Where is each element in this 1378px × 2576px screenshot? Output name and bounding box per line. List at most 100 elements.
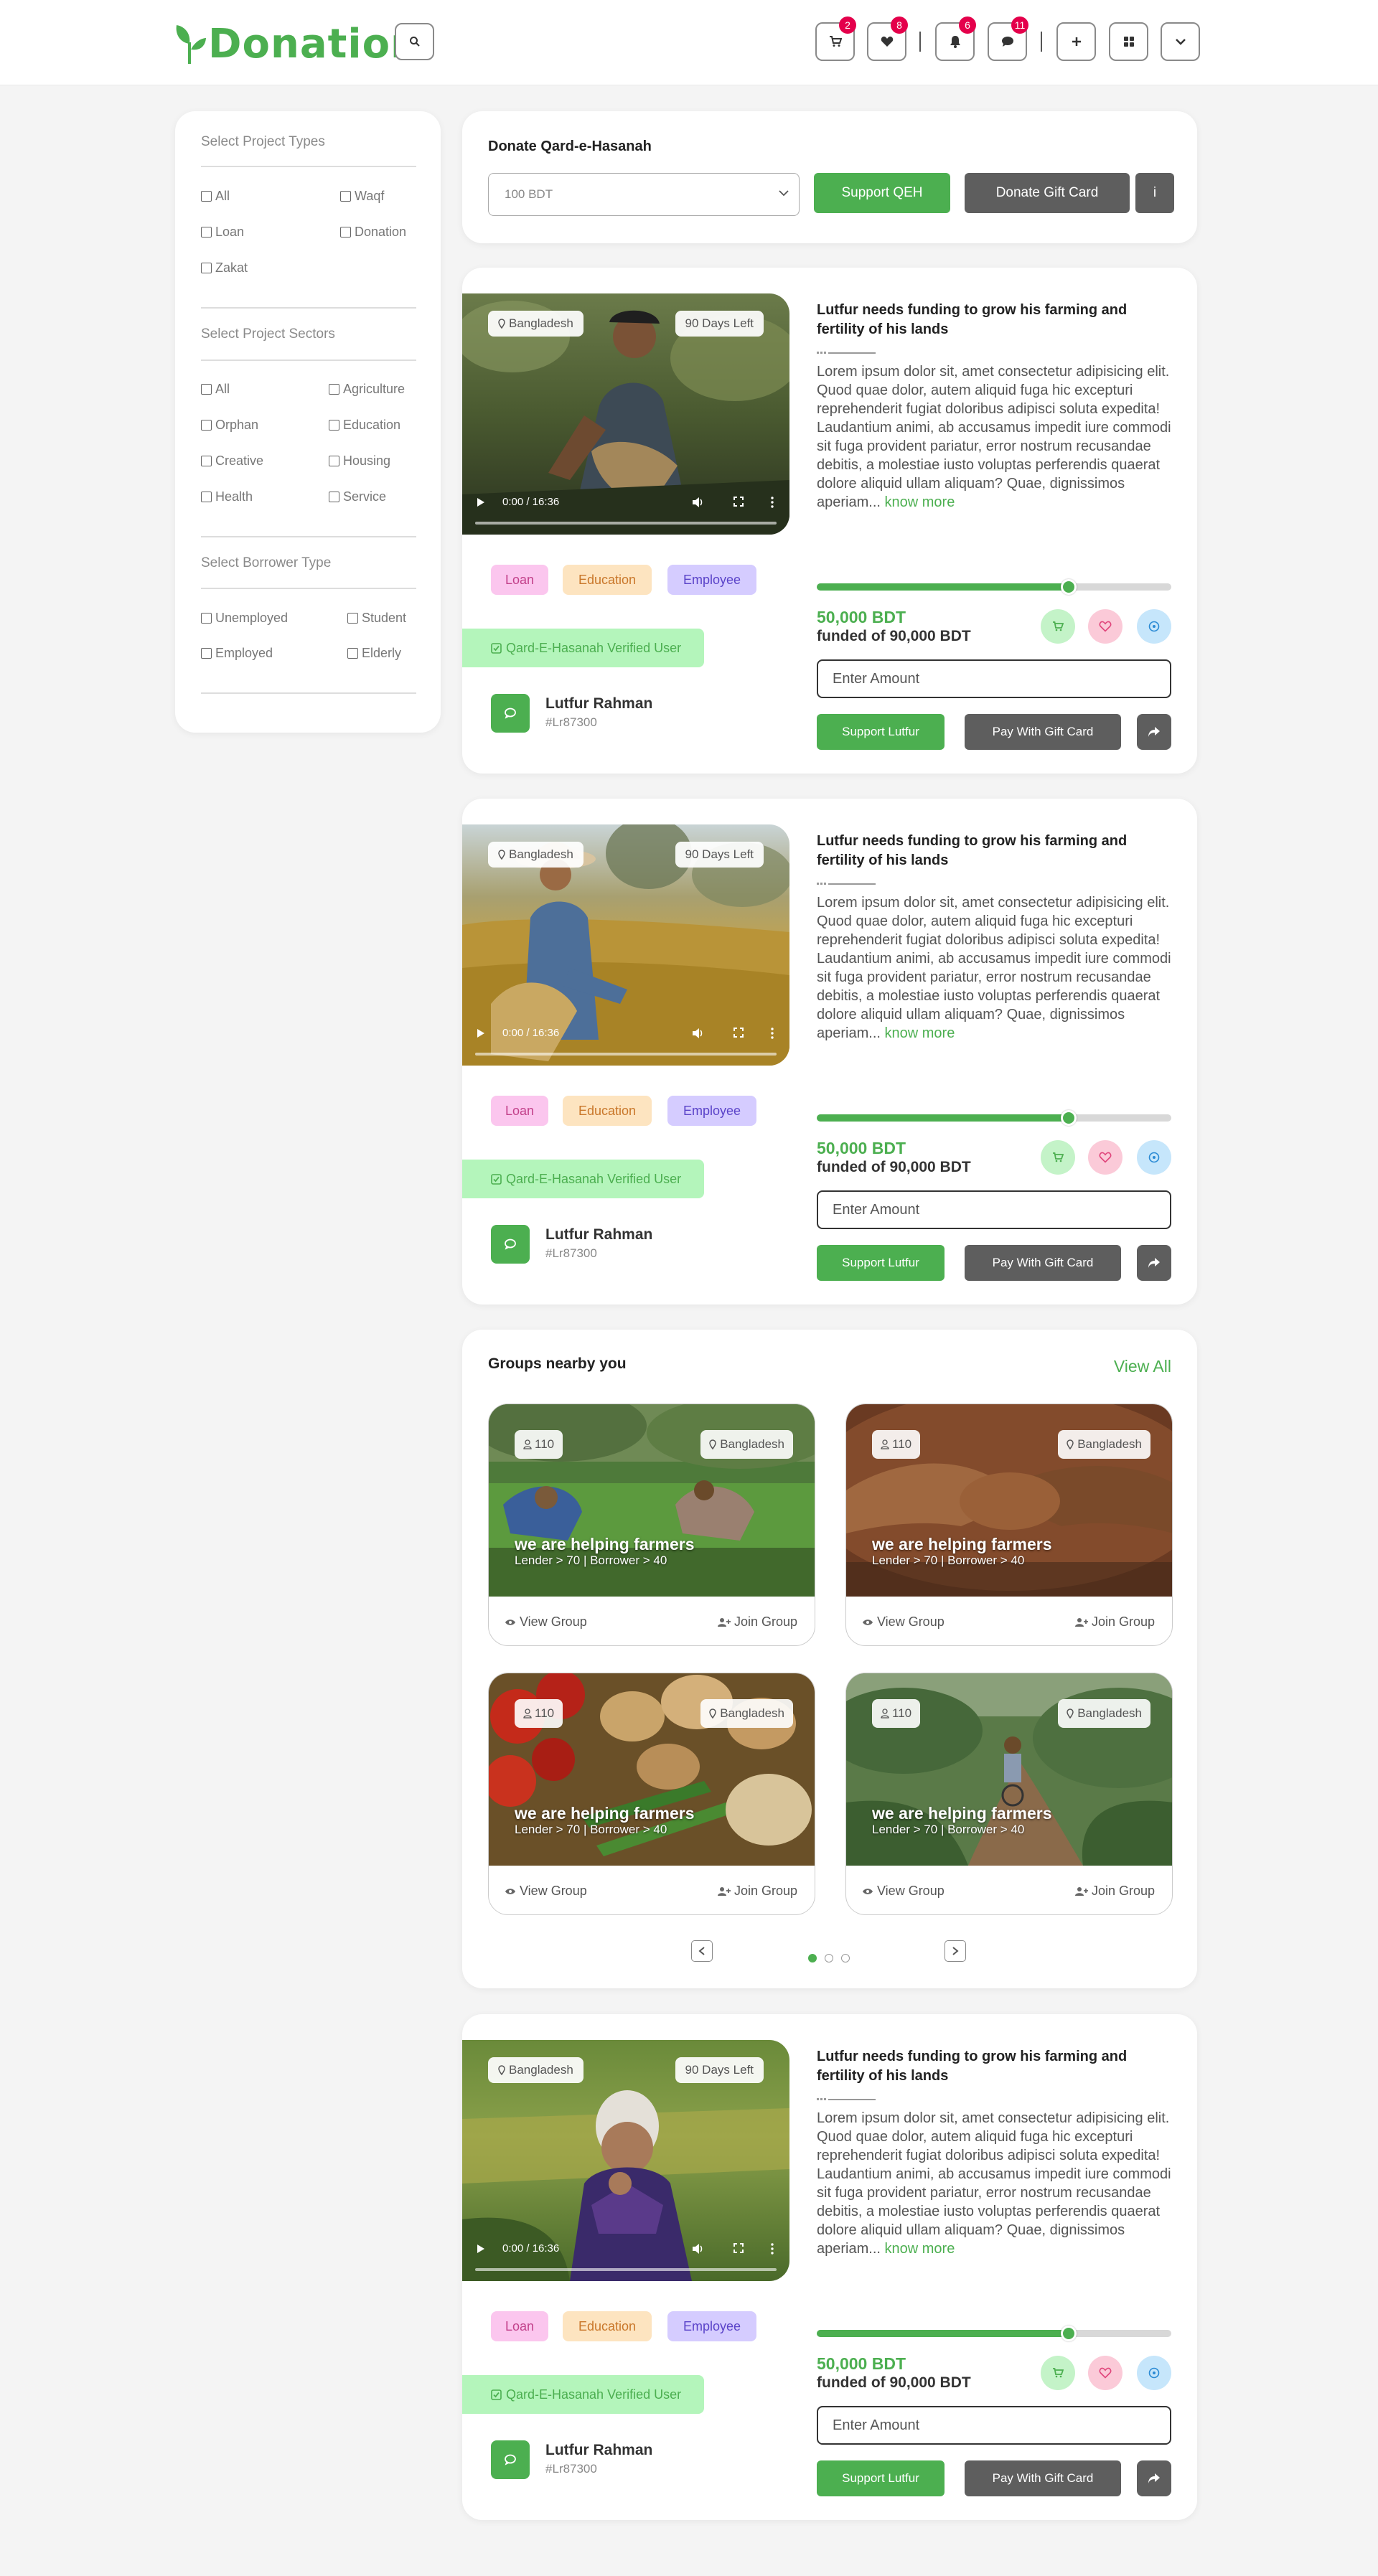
tag-employee[interactable]: Employee	[667, 2311, 756, 2341]
filter-type-all[interactable]: All	[201, 189, 230, 204]
message-user-button[interactable]	[491, 694, 530, 733]
view-group-button[interactable]: View Group	[505, 1884, 587, 1899]
pay-with-gift-card-button[interactable]: Pay With Gift Card	[965, 2460, 1121, 2496]
fullscreen-icon[interactable]	[733, 2243, 744, 2253]
add-button[interactable]	[1056, 22, 1096, 61]
pay-with-gift-card-button[interactable]: Pay With Gift Card	[965, 714, 1121, 750]
checkbox[interactable]	[347, 613, 358, 624]
filter-borrower-elderly[interactable]: Elderly	[347, 646, 401, 661]
checkbox[interactable]	[201, 263, 212, 273]
add-to-wishlist-button[interactable]	[1088, 1140, 1122, 1175]
play-icon[interactable]	[477, 1028, 485, 1038]
checkbox[interactable]	[201, 492, 212, 502]
checkbox[interactable]	[329, 492, 339, 502]
support-user-button[interactable]: Support Lutfur	[817, 2460, 945, 2496]
video-progress-bar[interactable]	[475, 2268, 777, 2271]
checkbox[interactable]	[329, 456, 339, 466]
notifications-button[interactable]: 6	[935, 17, 976, 61]
tag-loan[interactable]: Loan	[491, 1096, 548, 1126]
tag-education[interactable]: Education	[563, 565, 652, 595]
filter-sector-orphan[interactable]: Orphan	[201, 418, 258, 433]
add-to-cart-button[interactable]	[1041, 2356, 1075, 2390]
filter-sector-creative[interactable]: Creative	[201, 453, 263, 469]
project-video[interactable]: Bangladesh 90 Days Left 0:00 / 16:36	[462, 293, 789, 535]
checkbox[interactable]	[340, 191, 351, 202]
tag-education[interactable]: Education	[563, 2311, 652, 2341]
user-name[interactable]: Lutfur Rahman	[545, 2442, 652, 2459]
add-to-wishlist-button[interactable]	[1088, 2356, 1122, 2390]
checkbox[interactable]	[201, 384, 212, 395]
filter-type-zakat[interactable]: Zakat	[201, 260, 248, 276]
apps-button[interactable]	[1109, 22, 1148, 61]
filter-borrower-student[interactable]: Student	[347, 611, 406, 626]
filter-type-loan[interactable]: Loan	[201, 225, 244, 240]
project-title[interactable]: Lutfur needs funding to grow his farming…	[817, 301, 1176, 339]
info-button[interactable]	[1137, 1140, 1171, 1175]
qeh-amount-select[interactable]: 100 BDT	[488, 173, 800, 216]
filter-borrower-unemployed[interactable]: Unemployed	[201, 611, 288, 626]
carousel-dot[interactable]	[841, 1954, 850, 1962]
know-more-link[interactable]: know more	[885, 1025, 955, 1041]
account-dropdown-button[interactable]	[1161, 22, 1200, 61]
cart-button[interactable]: 2	[815, 17, 856, 61]
tag-employee[interactable]: Employee	[667, 565, 756, 595]
user-name[interactable]: Lutfur Rahman	[545, 1226, 652, 1244]
join-group-button[interactable]: Join Group	[1074, 1614, 1155, 1630]
project-video[interactable]: Bangladesh 90 Days Left 0:00 / 16:36	[462, 2040, 789, 2281]
message-user-button[interactable]	[491, 2440, 530, 2479]
carousel-next-button[interactable]	[945, 1940, 966, 1962]
checkbox[interactable]	[201, 420, 212, 431]
add-to-cart-button[interactable]	[1041, 609, 1075, 644]
filter-sector-health[interactable]: Health	[201, 489, 253, 504]
tag-employee[interactable]: Employee	[667, 1096, 756, 1126]
qeh-info-button[interactable]: i	[1135, 173, 1174, 213]
carousel-prev-button[interactable]	[691, 1940, 713, 1962]
checkbox[interactable]	[340, 227, 351, 238]
share-button[interactable]	[1137, 714, 1171, 750]
tag-loan[interactable]: Loan	[491, 2311, 548, 2341]
add-to-cart-button[interactable]	[1041, 1140, 1075, 1175]
group-card[interactable]: 110 Bangladesh we are helping farmers Le…	[845, 1404, 1173, 1646]
share-button[interactable]	[1137, 2460, 1171, 2496]
amount-input[interactable]: Enter Amount	[817, 659, 1171, 698]
info-button[interactable]	[1137, 609, 1171, 644]
donate-gift-card-button[interactable]: Donate Gift Card	[965, 173, 1130, 213]
messages-button[interactable]: 11	[988, 17, 1028, 61]
view-group-button[interactable]: View Group	[862, 1614, 945, 1630]
support-qeh-button[interactable]: Support QEH	[814, 173, 950, 213]
user-name[interactable]: Lutfur Rahman	[545, 695, 652, 713]
checkbox[interactable]	[329, 420, 339, 431]
amount-input[interactable]: Enter Amount	[817, 1190, 1171, 1229]
group-card[interactable]: 110 Bangladesh we are helping farmers Le…	[488, 1404, 815, 1646]
message-user-button[interactable]	[491, 1225, 530, 1264]
project-title[interactable]: Lutfur needs funding to grow his farming…	[817, 2047, 1176, 2086]
tag-education[interactable]: Education	[563, 1096, 652, 1126]
know-more-link[interactable]: know more	[885, 2241, 955, 2257]
carousel-dot[interactable]	[825, 1954, 833, 1962]
volume-icon[interactable]	[692, 1028, 703, 1039]
view-group-button[interactable]: View Group	[862, 1884, 945, 1899]
checkbox[interactable]	[201, 191, 212, 202]
checkbox[interactable]	[329, 384, 339, 395]
volume-icon[interactable]	[692, 497, 703, 508]
checkbox[interactable]	[201, 613, 212, 624]
play-icon[interactable]	[477, 2244, 485, 2254]
pay-with-gift-card-button[interactable]: Pay With Gift Card	[965, 1245, 1121, 1281]
project-video[interactable]: Bangladesh 90 Days Left 0:00 / 16:36	[462, 824, 789, 1066]
filter-sector-agriculture[interactable]: Agriculture	[329, 382, 405, 397]
checkbox[interactable]	[201, 227, 212, 238]
support-user-button[interactable]: Support Lutfur	[817, 714, 945, 750]
video-progress-bar[interactable]	[475, 522, 777, 525]
join-group-button[interactable]: Join Group	[717, 1614, 797, 1630]
info-button[interactable]	[1137, 2356, 1171, 2390]
join-group-button[interactable]: Join Group	[1074, 1884, 1155, 1899]
more-vertical-icon[interactable]	[771, 497, 774, 508]
carousel-dot-active[interactable]	[808, 1954, 817, 1962]
join-group-button[interactable]: Join Group	[717, 1884, 797, 1899]
search-button[interactable]	[395, 23, 434, 60]
filter-sector-service[interactable]: Service	[329, 489, 386, 504]
group-card[interactable]: 110 Bangladesh we are helping farmers Le…	[845, 1673, 1173, 1915]
project-title[interactable]: Lutfur needs funding to grow his farming…	[817, 832, 1176, 870]
add-to-wishlist-button[interactable]	[1088, 609, 1122, 644]
filter-type-donation[interactable]: Donation	[340, 225, 406, 240]
